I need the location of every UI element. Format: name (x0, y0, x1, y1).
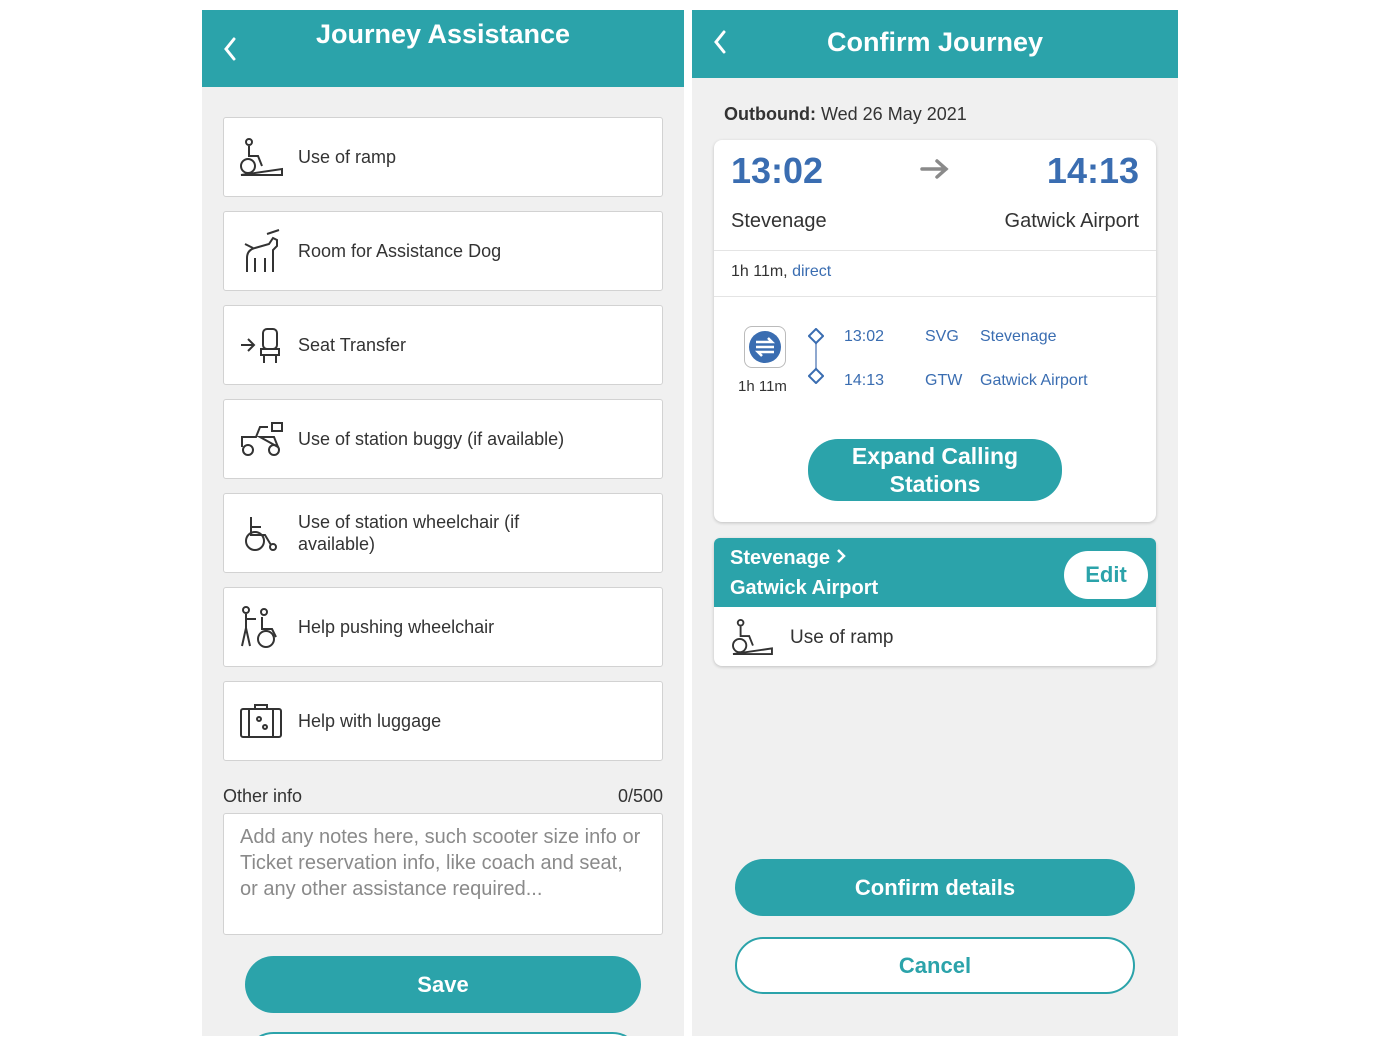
arrow-right-icon (920, 159, 949, 179)
arrive-time: 14:13 (1046, 150, 1139, 191)
assistance-summary-card: Stevenage Gatwick Airport Edit Use of ra… (714, 538, 1156, 666)
option-seat-transfer[interactable]: Seat Transfer (223, 305, 663, 385)
luggage-icon (236, 696, 286, 746)
outbound-date-value: Wed 26 May 2021 (820, 104, 967, 124)
outbound-date: Outbound: Wed 26 May 2021 (724, 104, 967, 125)
divider (714, 296, 1156, 297)
option-help-pushing[interactable]: Help pushing wheelchair (223, 587, 663, 667)
option-assistance-dog[interactable]: Room for Assistance Dog (223, 211, 663, 291)
leg-duration: 1h 11m (738, 378, 787, 395)
national-rail-logo (744, 326, 786, 368)
option-help-luggage[interactable]: Help with luggage (223, 681, 663, 761)
wheelchair-icon (236, 508, 286, 558)
option-label: Help pushing wheelchair (298, 617, 495, 637)
back-button[interactable] (700, 22, 740, 62)
option-use-of-ramp[interactable]: Use of ramp (223, 117, 663, 197)
option-station-wheelchair[interactable]: Use of station wheelchair (if available) (223, 493, 663, 573)
save-button[interactable]: Save (245, 956, 641, 1013)
page-title: Confirm Journey (826, 27, 1044, 57)
option-label: Seat Transfer (298, 335, 407, 355)
wheelchair-ramp-icon (236, 132, 286, 182)
other-info-label: Other info (223, 786, 303, 806)
summary-from-text: Stevenage (730, 547, 831, 569)
national-rail-icon (749, 331, 781, 363)
journey-card: 13:02 14:13 Stevenage Gatwick Airport 1h… (714, 140, 1156, 522)
stop-name: Stevenage (980, 328, 1057, 345)
option-label: Help with luggage (298, 711, 442, 731)
pushing-wheelchair-icon (236, 602, 286, 652)
expand-calling-stations-button[interactable]: Expand Calling Stations (808, 439, 1062, 501)
origin-station: Stevenage (731, 210, 827, 232)
option-label: Use of station buggy (if available) (298, 429, 565, 449)
page-title: Journey Assistance (315, 19, 571, 49)
button-label: Stations (889, 471, 981, 497)
chevron-left-icon (224, 37, 236, 61)
journey-assistance-screen: Journey Assistance Use of ramp Room for … (202, 10, 684, 1036)
cancel-button[interactable]: Cancel (735, 937, 1135, 994)
confirm-details-button[interactable]: Confirm details (735, 859, 1135, 916)
confirm-journey-screen: Confirm Journey Outbound: Wed 26 May 202… (692, 10, 1178, 1036)
edit-button[interactable]: Edit (1064, 551, 1148, 599)
seat-transfer-icon (236, 320, 286, 370)
journey-duration: 1h 11m, direct (731, 263, 831, 281)
divider (714, 250, 1156, 251)
assistance-dog-icon (236, 226, 286, 276)
back-button[interactable] (210, 29, 250, 69)
route-line (808, 328, 824, 384)
journey-type: direct (792, 263, 832, 280)
stop-code: GTW (925, 372, 963, 389)
outbound-label: Outbound: (724, 104, 816, 124)
chevron-right-icon (836, 549, 846, 563)
wheelchair-ramp-icon (732, 618, 773, 656)
summary-to: Gatwick Airport (730, 577, 879, 599)
option-label: Use of station wheelchair (if available) (298, 512, 520, 554)
summary-header: Stevenage Gatwick Airport Edit (714, 538, 1156, 607)
button-label: Expand Calling (851, 443, 1019, 469)
app-bar: Confirm Journey (692, 10, 1178, 78)
duration-text: 1h 11m, (731, 263, 788, 280)
stop-time: 13:02 (844, 328, 885, 345)
character-count: 0/500 (617, 786, 663, 806)
other-info-textarea[interactable] (223, 813, 663, 935)
option-label: Use of ramp (298, 147, 397, 167)
destination-station: Gatwick Airport (1004, 210, 1139, 232)
depart-time: 13:02 (731, 150, 824, 191)
chevron-left-icon (714, 30, 726, 54)
option-label: Room for Assistance Dog (298, 241, 502, 261)
stop-time: 14:13 (844, 372, 885, 389)
stop-name: Gatwick Airport (980, 372, 1088, 389)
summary-from: Stevenage (730, 547, 846, 570)
stop-code: SVG (925, 328, 959, 345)
selected-assistance: Use of ramp (790, 627, 894, 648)
secondary-button[interactable] (245, 1032, 641, 1036)
option-station-buggy[interactable]: Use of station buggy (if available) (223, 399, 663, 479)
app-bar: Journey Assistance (202, 10, 684, 87)
buggy-icon (236, 414, 286, 464)
